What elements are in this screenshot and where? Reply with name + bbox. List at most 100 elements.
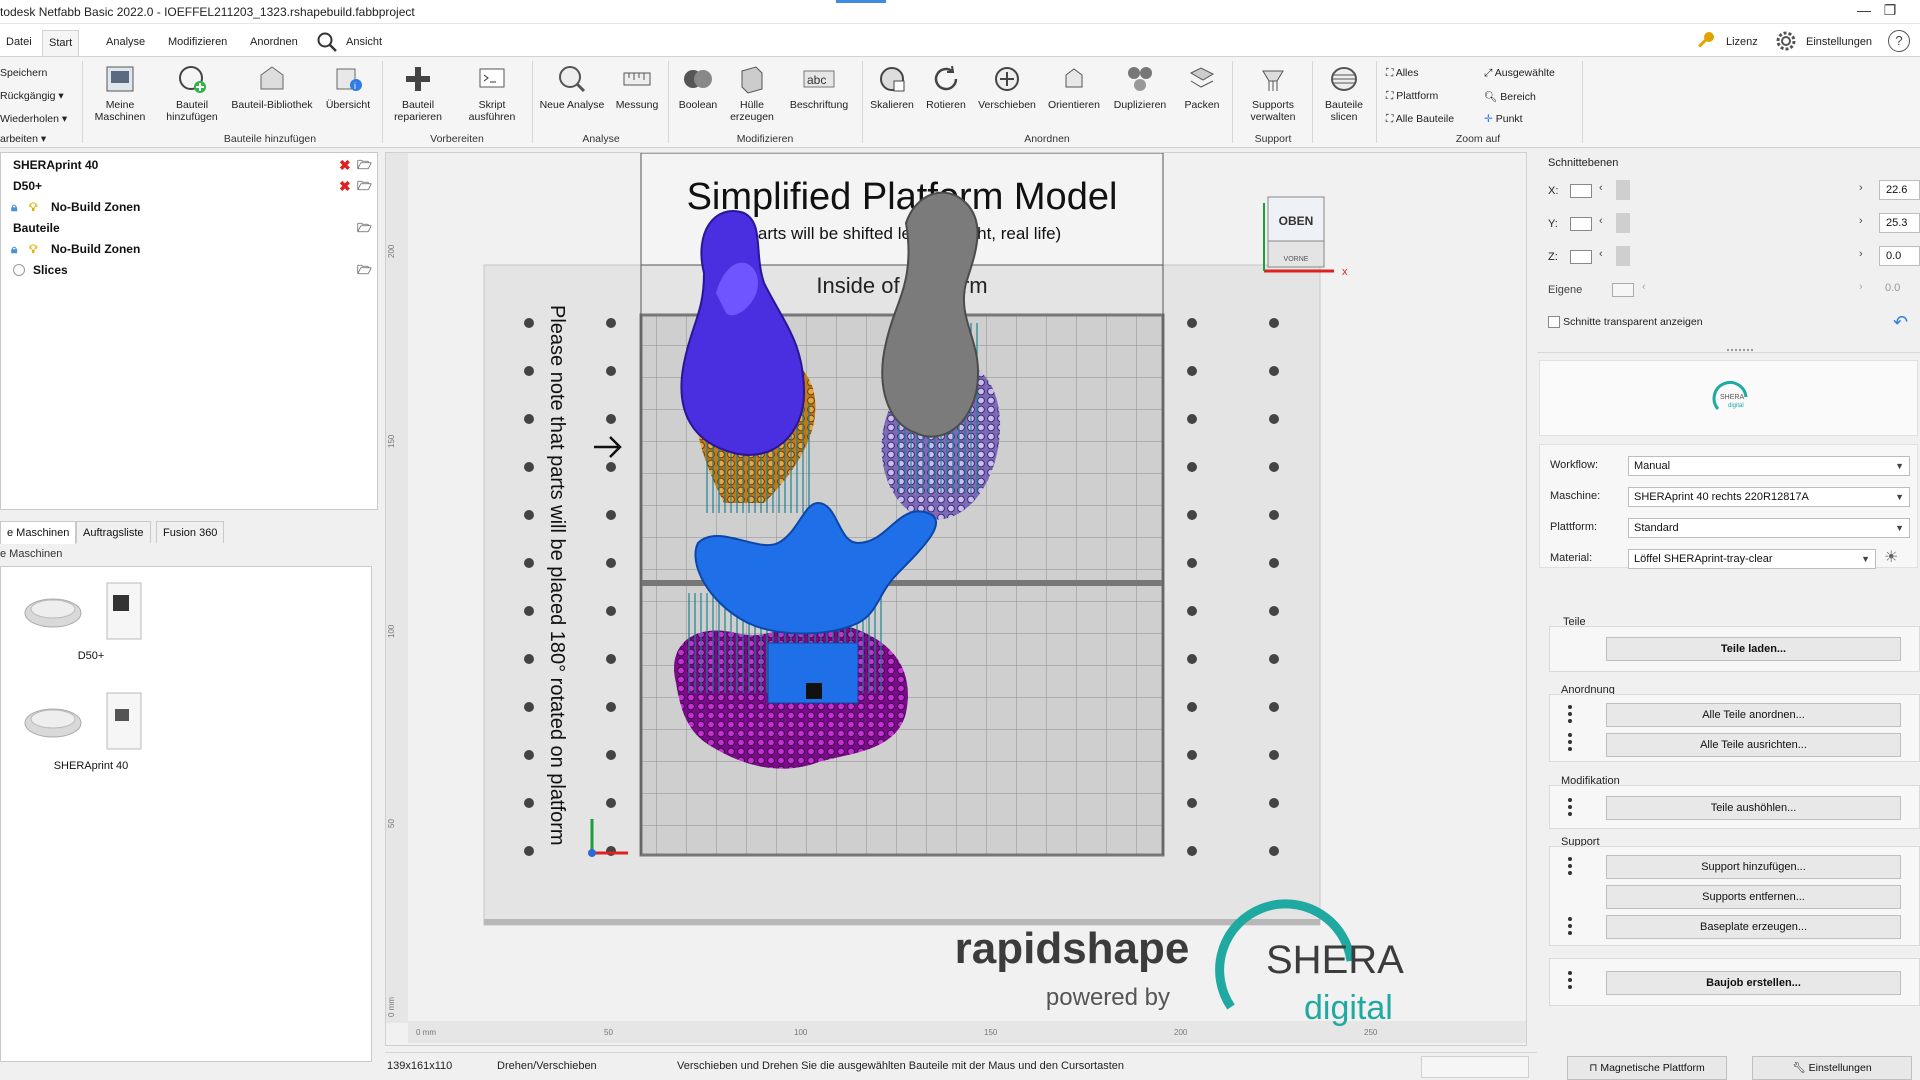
rotate-button[interactable]: Rotieren [920,63,972,111]
delete-icon[interactable]: ✖ [339,156,351,174]
new-analysis-button[interactable]: Neue Analyse [536,63,608,111]
tab-analyse[interactable]: Analyse [100,30,151,54]
search-icon[interactable] [316,31,338,53]
move-button[interactable]: Verschieben [974,63,1040,111]
tab-ansicht[interactable]: Ansicht [340,30,388,54]
sun-icon[interactable]: ☀ [1884,547,1898,567]
tab-job-list[interactable]: Auftragsliste [76,521,151,543]
view-cube[interactable]: OBEN VORNE x [1263,196,1348,278]
boolean-button[interactable]: Boolean [672,63,724,111]
splitter-grip[interactable] [1727,349,1753,351]
save-command[interactable]: Speichern [0,67,47,79]
magnetic-platform-button[interactable]: ⊓ Magnetische Plattform [1567,1056,1727,1080]
orient-button[interactable]: Orientieren [1042,63,1106,111]
measure-button[interactable]: Messung [608,63,666,111]
material-select[interactable]: Löffel SHERAprint-tray-clear ▼ [1628,549,1876,569]
transparent-slices-checkbox[interactable]: Schnitte transparent anzeigen [1548,316,1703,329]
arrange-all-button[interactable]: Alle Teile anordnen... [1606,703,1901,727]
settings-button[interactable]: Einstellungen [1800,30,1878,54]
my-machines-button[interactable]: Meine Maschinen [88,63,152,123]
create-buildjob-button[interactable]: Baujob erstellen... [1606,971,1901,995]
zoom-point-command[interactable]: ✛ Punkt [1484,113,1523,125]
part-library-button[interactable]: Bauteil-Bibliothek [230,63,314,111]
zoom-all-parts-command[interactable]: ⛶ Alle Bauteile [1386,113,1454,126]
x-plane-color[interactable] [1570,184,1592,198]
tab-start[interactable]: Start [42,30,80,57]
bulb-icon[interactable]: 💡︎ [29,240,37,258]
custom-plane-increase[interactable]: › [1859,281,1863,293]
manage-supports-button[interactable]: Supports verwalten [1236,63,1310,123]
zoom-all-command[interactable]: ⛶ Alles [1386,67,1418,80]
pack-button[interactable]: Packen [1176,63,1228,111]
label-text-button[interactable]: abc Beschriftung [780,63,858,111]
drag-handle-icon[interactable] [1568,733,1572,751]
undo-command[interactable]: Rückgängig ▾ [0,90,64,102]
load-parts-button[interactable]: Teile laden... [1606,637,1901,661]
repair-part-button[interactable]: Bauteil reparieren [386,63,450,123]
z-plane-increase[interactable]: › [1859,248,1863,260]
create-baseplate-button[interactable]: Baseplate erzeugen... [1606,915,1901,939]
machine-select[interactable]: SHERAprint 40 rechts 220R12817A ▼ [1628,487,1910,507]
tree-item-no-build-zones-parts[interactable]: 🔒︎ 💡︎ No-Build Zonen [1,240,379,258]
x-plane-decrease[interactable]: ‹ [1599,182,1603,194]
z-plane-slider-thumb[interactable] [1616,246,1630,266]
z-plane-decrease[interactable]: ‹ [1599,248,1603,260]
panel-settings-button[interactable]: 🔧︎ Einstellungen [1752,1056,1912,1080]
radio-icon[interactable] [13,264,25,276]
tab-machines[interactable]: e Maschinen [0,521,77,544]
drag-handle-icon[interactable] [1568,917,1572,935]
maximize-button[interactable]: ❐ [1877,2,1903,22]
overview-button[interactable]: i Übersicht [318,63,378,111]
zoom-area-command[interactable]: 🔍︎ Bereich [1484,90,1536,103]
tab-datei[interactable]: Datei [0,30,38,54]
create-hull-button[interactable]: Hülle erzeugen [726,63,778,123]
drag-handle-icon[interactable] [1568,857,1572,875]
slice-parts-button[interactable]: Bauteile slicen [1316,63,1372,123]
platform-select[interactable]: Standard ▼ [1628,518,1910,538]
3d-viewport[interactable]: 200 150 100 50 0 mm 0 mm 50 100 150 200 … [385,152,1527,1046]
y-plane-increase[interactable]: › [1859,215,1863,227]
minimize-button[interactable]: — [1851,2,1877,22]
x-plane-increase[interactable]: › [1859,182,1863,194]
tree-item-no-build-zones[interactable]: 🔒︎ 💡︎ No-Build Zonen [1,198,379,216]
edit-menu[interactable]: arbeiten ▾ [0,133,46,145]
tree-item-machine-shera[interactable]: SHERAprint 40 ✖ 🗁 [1,156,379,174]
tab-modifizieren[interactable]: Modifizieren [162,30,233,54]
y-plane-decrease[interactable]: ‹ [1599,215,1603,227]
tab-fusion-360[interactable]: Fusion 360 [156,521,225,543]
license-button[interactable]: Lizenz [1720,30,1764,54]
tree-item-parts[interactable]: Bauteile 🗁 [1,219,379,237]
custom-plane-color[interactable] [1612,283,1634,297]
x-plane-value[interactable]: 22.6 [1879,180,1920,200]
tree-item-slices[interactable]: Slices 🗁 [1,261,379,279]
help-button[interactable]: ? [1888,30,1910,52]
checkbox-box[interactable] [1548,316,1560,329]
tab-anordnen[interactable]: Anordnen [244,30,304,54]
tree-item-machine-d50[interactable]: D50+ ✖ 🗁 [1,177,379,195]
run-script-button[interactable]: Skript ausführen [456,63,528,123]
folder-icon[interactable]: 🗁 [357,219,372,237]
align-all-button[interactable]: Alle Teile ausrichten... [1606,733,1901,757]
duplicate-button[interactable]: Duplizieren [1106,63,1174,111]
hollow-parts-button[interactable]: Teile aushöhlen... [1606,796,1901,820]
bulb-icon[interactable]: 💡︎ [29,198,37,216]
y-plane-color[interactable] [1570,217,1592,231]
zoom-selected-command[interactable]: ⤢ Ausgewählte [1484,67,1555,80]
drag-handle-icon[interactable] [1568,971,1572,989]
folder-icon[interactable]: 🗁 [357,177,372,195]
x-plane-slider-thumb[interactable] [1616,180,1630,200]
folder-icon[interactable]: 🗁 [357,261,372,279]
scale-button[interactable]: Skalieren [866,63,918,111]
remove-supports-button[interactable]: Supports entfernen... [1606,885,1901,909]
delete-icon[interactable]: ✖ [339,177,351,195]
add-part-button[interactable]: Bauteil hinzufügen [158,63,226,123]
y-plane-slider-thumb[interactable] [1616,213,1630,233]
zoom-platform-command[interactable]: ⛶ Plattform [1386,90,1438,103]
machine-card-sheraprint[interactable]: SHERAprint 40 [21,687,161,777]
folder-icon[interactable]: 🗁 [357,156,372,174]
y-plane-value[interactable]: 25.3 [1879,213,1920,233]
drag-handle-icon[interactable] [1568,705,1572,723]
drag-handle-icon[interactable] [1568,798,1572,816]
machine-card-d50[interactable]: D50+ [21,577,161,667]
add-support-button[interactable]: Support hinzufügen... [1606,855,1901,879]
